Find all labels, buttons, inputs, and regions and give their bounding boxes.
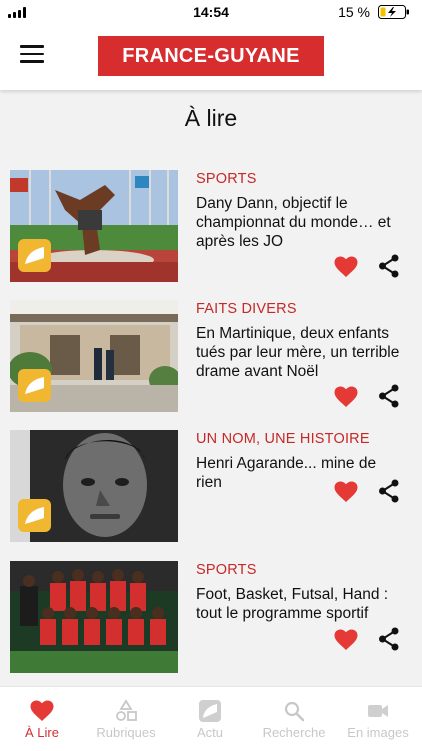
tab-a-lire[interactable]: À Lire: [0, 687, 84, 751]
page-title: À lire: [184, 105, 238, 131]
tab-actu[interactable]: Actu: [168, 687, 252, 751]
article-card[interactable]: UN NOM, UNE HISTOIRE Henri Agarande... m…: [0, 428, 422, 544]
article-card[interactable]: SPORTS Dany Dann, objectif le championna…: [0, 168, 422, 284]
share-icon[interactable]: [378, 384, 400, 408]
tab-label: Rubriques: [96, 725, 156, 740]
share-icon[interactable]: [378, 254, 400, 278]
article-card[interactable]: FAITS DIVERS En Martinique, deux enfants…: [0, 298, 422, 414]
share-icon[interactable]: [378, 479, 400, 503]
shapes-icon: [116, 699, 137, 721]
tab-label: En images: [347, 725, 409, 740]
article-category: UN NOM, UNE HISTOIRE: [196, 431, 370, 447]
article-category: SPORTS: [196, 562, 257, 578]
heart-icon[interactable]: [334, 481, 358, 503]
heart-icon[interactable]: [334, 629, 358, 651]
video-camera-icon: [368, 705, 388, 717]
france-guyane-logo[interactable]: FRANCE-GUYANE: [98, 36, 324, 76]
tab-en-images[interactable]: En images: [336, 687, 420, 751]
heart-icon[interactable]: [334, 386, 358, 408]
battery-percent: 15 %: [338, 4, 370, 20]
tab-recherche[interactable]: Recherche: [252, 687, 336, 751]
heart-icon[interactable]: [334, 256, 358, 278]
hamburger-icon[interactable]: [20, 45, 44, 67]
article-title[interactable]: Dany Dann, objectif le championnat du mo…: [196, 194, 401, 251]
bottom-tab-bar: À Lire Rubriques Actu Recherche En image…: [0, 686, 422, 751]
app-header: FRANCE-GUYANE: [0, 26, 422, 90]
article-title[interactable]: En Martinique, deux enfants tués par leu…: [196, 324, 401, 381]
article-card[interactable]: SPORTS Foot, Basket, Futsal, Hand : tout…: [0, 559, 422, 675]
article-badge-icon: [18, 499, 51, 532]
tab-label: Recherche: [262, 725, 326, 740]
article-badge-icon: [18, 239, 51, 272]
news-icon: [199, 700, 221, 722]
tab-rubriques[interactable]: Rubriques: [84, 687, 168, 751]
battery-icon: [378, 5, 409, 19]
tab-label: À Lire: [25, 725, 59, 740]
article-badge-icon: [18, 369, 51, 402]
heart-icon: [30, 700, 54, 721]
article-image[interactable]: [10, 170, 178, 282]
article-category: FAITS DIVERS: [196, 301, 297, 317]
article-title[interactable]: Henri Agarande... mine de rien: [196, 454, 401, 492]
article-title[interactable]: Foot, Basket, Futsal, Hand : tout le pro…: [196, 585, 401, 623]
search-icon: [284, 701, 305, 722]
article-image[interactable]: [10, 561, 178, 673]
article-image[interactable]: [10, 430, 178, 542]
article-category: SPORTS: [196, 171, 257, 187]
tab-label: Actu: [196, 725, 223, 740]
status-bar: 14:54 15 %: [0, 0, 422, 26]
share-icon[interactable]: [378, 627, 400, 651]
logo-text: FRANCE-GUYANE: [122, 44, 300, 67]
article-image[interactable]: [10, 300, 178, 412]
